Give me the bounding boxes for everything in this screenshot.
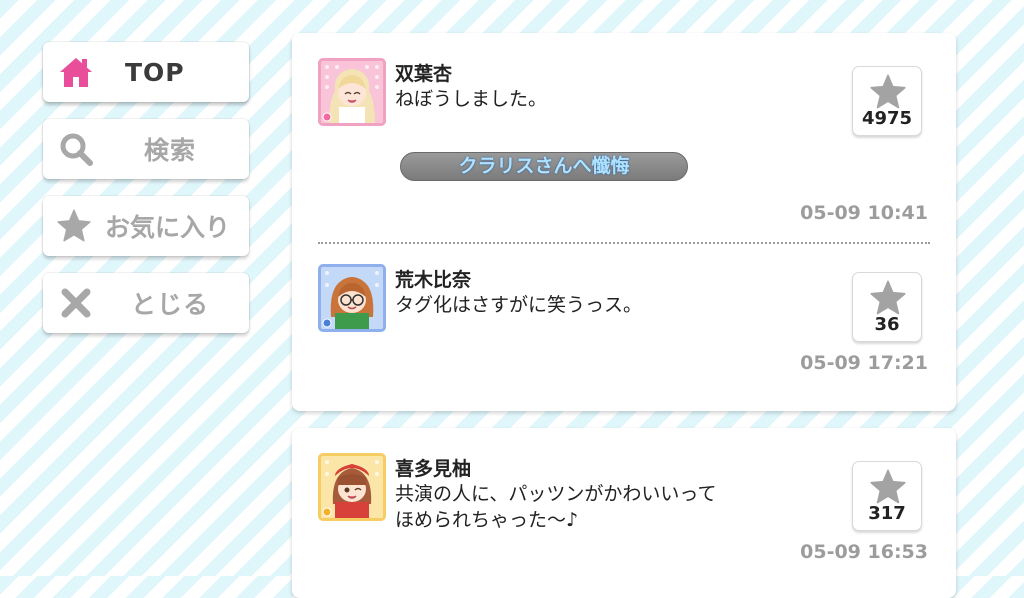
post-card: 喜多見柚 共演の人に、パッツンがかわいいって ほめられちゃった〜♪ 317 05…	[292, 428, 956, 598]
post-timestamp: 05-09 16:53	[800, 541, 928, 563]
nav-top-label: TOP	[125, 57, 185, 87]
post-author-name: 荒木比奈	[395, 269, 472, 291]
nav-favorites-button[interactable]: お気に入り	[43, 196, 249, 256]
star-icon	[55, 208, 93, 244]
nav-favorites-label: お気に入り	[105, 213, 231, 242]
star-icon	[869, 73, 907, 111]
like-count: 317	[868, 503, 906, 524]
post-message: タグ化はさすがに笑うっス。	[395, 294, 643, 316]
post-author-name: 喜多見柚	[395, 458, 472, 480]
like-count: 4975	[861, 108, 913, 129]
nav-close-label: とじる	[130, 290, 209, 319]
post-timestamp: 05-09 17:21	[800, 352, 928, 374]
star-icon	[869, 468, 907, 506]
avatar[interactable]	[318, 264, 386, 332]
avatar[interactable]	[318, 453, 386, 521]
post-card: 双葉杏 ねぼうしました。 4975 クラリスさんへ懺悔 05-09 10:41	[292, 33, 956, 411]
like-button[interactable]: 36	[852, 272, 922, 342]
avatar[interactable]	[318, 58, 386, 126]
post-divider	[318, 242, 930, 244]
like-count: 36	[874, 314, 900, 335]
nav-search-label: 検索	[143, 136, 196, 165]
post-message-line: ほめられちゃった〜♪	[395, 509, 579, 531]
tag-link[interactable]: クラリスさんへ懺悔	[400, 152, 688, 181]
nav-top-button[interactable]: TOP	[43, 42, 249, 102]
like-button[interactable]: 4975	[852, 66, 922, 136]
post-timestamp: 05-09 10:41	[800, 202, 928, 224]
home-icon	[57, 54, 95, 90]
star-icon	[869, 279, 907, 317]
post-author-name: 双葉杏	[395, 63, 453, 85]
nav-close-button[interactable]: とじる	[43, 273, 249, 333]
post-message: ねぼうしました。	[395, 88, 548, 110]
search-icon	[57, 131, 95, 167]
close-icon	[57, 285, 95, 321]
nav-search-button[interactable]: 検索	[43, 119, 249, 179]
like-button[interactable]: 317	[852, 461, 922, 531]
post-message-line: 共演の人に、パッツンがかわいいって	[395, 483, 717, 505]
